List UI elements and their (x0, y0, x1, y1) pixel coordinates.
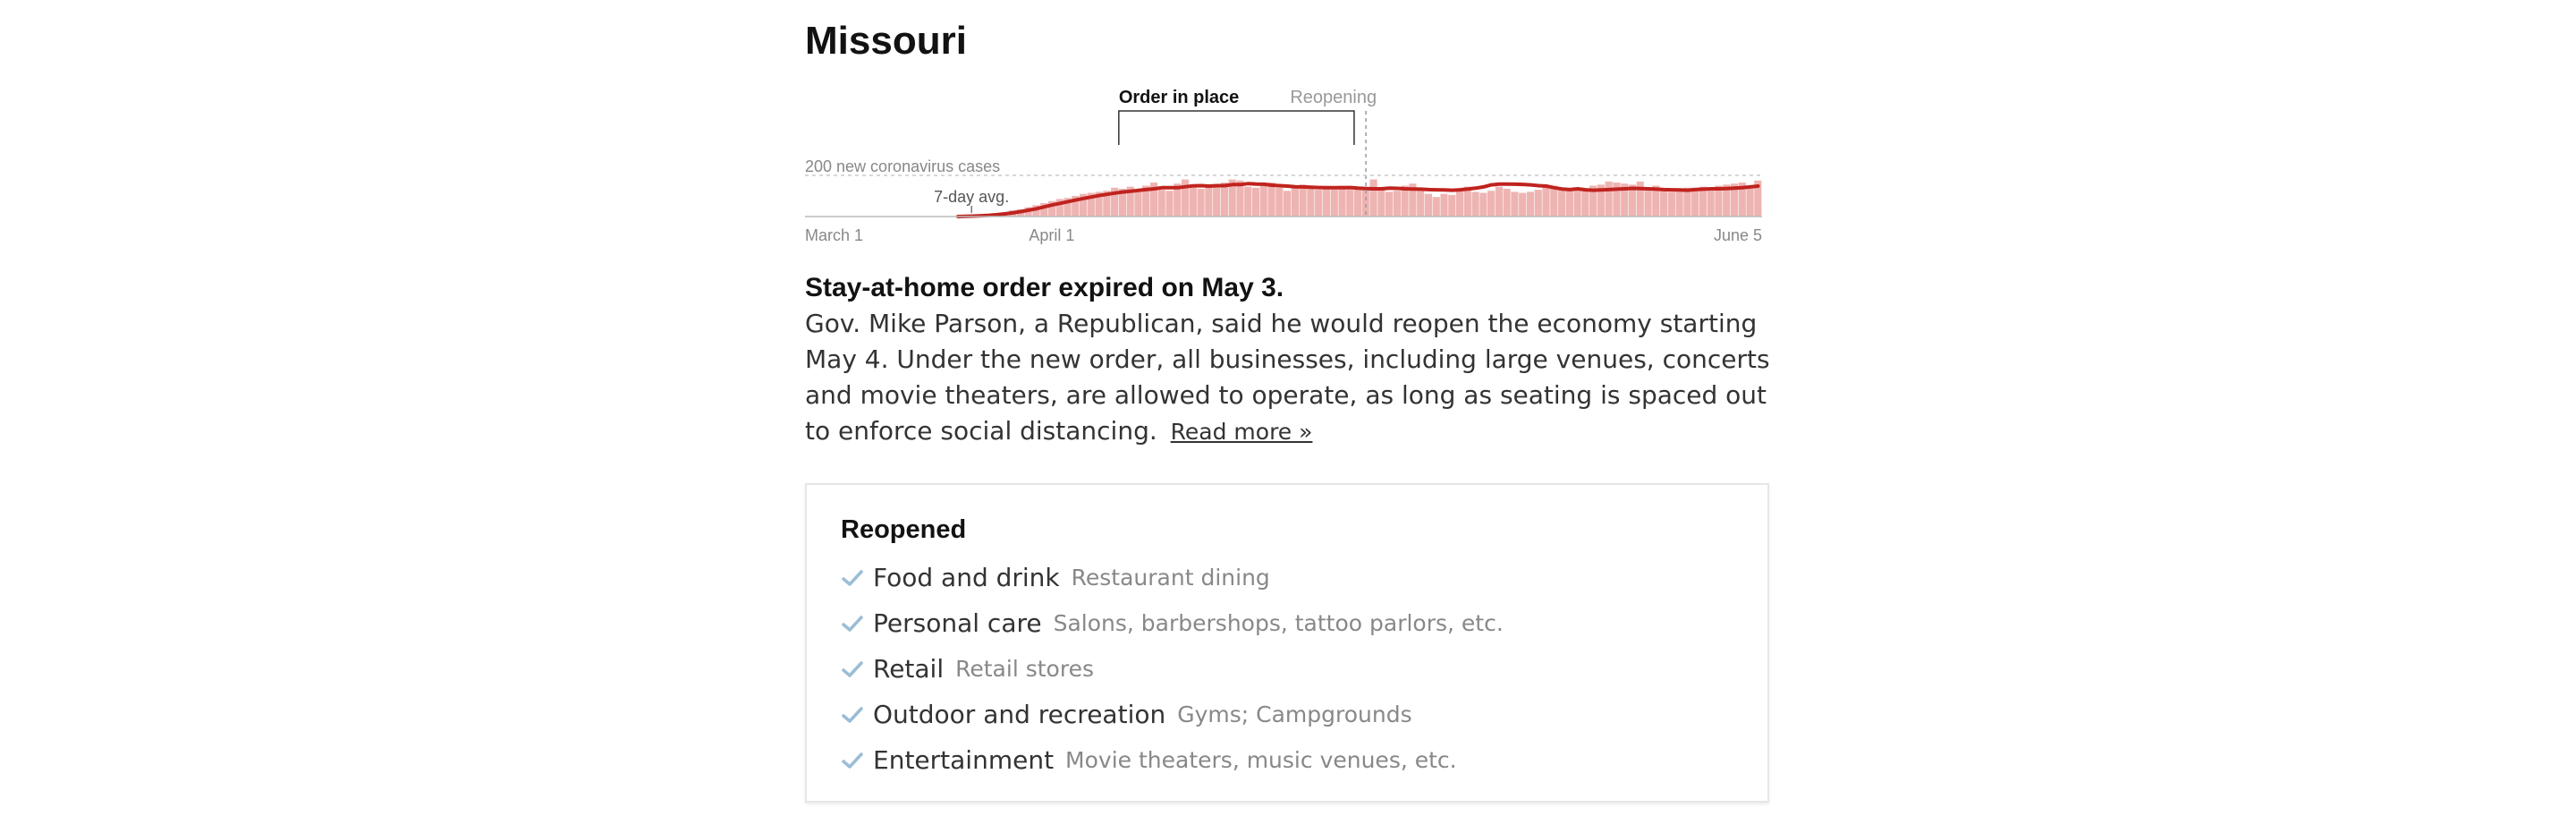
case-bar (1338, 185, 1346, 217)
reopened-title: Reopened (841, 515, 967, 544)
case-bar (1197, 188, 1205, 217)
reopened-item-outdoor-and-recreation: Outdoor and recreation Gyms; Campgrounds (841, 692, 1504, 737)
case-bar (1573, 187, 1581, 217)
case-bar (1691, 187, 1699, 217)
case-bar (1213, 184, 1221, 217)
case-bar (1455, 190, 1464, 217)
case-bar (1440, 193, 1448, 217)
case-bar (1315, 190, 1323, 217)
case-bar (1322, 188, 1331, 217)
case-bar (1526, 191, 1535, 217)
case-bar (1432, 197, 1440, 217)
reopened-category: Personal care (873, 608, 1042, 638)
case-bar (1291, 185, 1299, 217)
case-bar (1275, 187, 1284, 217)
reopened-item-personal-care: Personal care Salons, barbershops, tatto… (841, 600, 1504, 646)
case-bar (1581, 188, 1589, 217)
reopened-panel: Reopened Food and drink Restaurant dinin… (805, 483, 1769, 803)
check-icon (842, 569, 863, 586)
case-bar (1675, 190, 1683, 217)
case-bar (1463, 186, 1471, 217)
case-bar (1534, 190, 1542, 217)
case-bar (1369, 179, 1377, 217)
case-bar (1189, 187, 1197, 217)
reference-label: 200 new coronavirus cases (805, 157, 1000, 175)
order-headline: Stay-at-home order expired on May 3. (805, 273, 1284, 302)
case-bar (1134, 190, 1142, 217)
reopened-item-food-and-drink: Food and drink Restaurant dining (841, 555, 1504, 600)
case-bar (1417, 187, 1425, 217)
case-bar (1550, 185, 1558, 217)
reopened-category: Outdoor and recreation (873, 700, 1166, 729)
cases-chart: Order in place Reopening 7-day avg. 200 ne… (805, 88, 1762, 244)
check-icon (842, 752, 863, 769)
reopened-detail: Restaurant dining (1071, 565, 1270, 591)
reopened-category: Retail (873, 654, 945, 684)
case-bar (1353, 188, 1362, 217)
case-bar (1746, 187, 1754, 217)
x-tick-label: March 1 (805, 226, 863, 244)
reopening-label: Reopening (1290, 88, 1377, 107)
case-bar (1284, 191, 1292, 217)
x-tick-label: April 1 (1029, 226, 1074, 244)
reopened-detail: Gyms; Campgrounds (1177, 701, 1412, 727)
case-bar (1487, 191, 1496, 217)
average-label: 7-day avg. (934, 188, 1009, 206)
check-icon (842, 706, 863, 723)
case-bar (1165, 191, 1174, 217)
case-bar (1542, 187, 1550, 217)
case-bar (1448, 194, 1456, 217)
case-bar (1267, 183, 1275, 217)
case-bar (1557, 188, 1566, 217)
reopened-detail: Movie theaters, music venues, etc. (1065, 747, 1457, 773)
case-bar (1683, 187, 1691, 217)
order-description: Gov. Mike Parson, a Republican, said he … (805, 306, 1773, 450)
case-bar (1377, 190, 1385, 217)
reopened-list: Food and drink Restaurant dining Persona… (841, 555, 1504, 783)
reopened-category: Food and drink (873, 563, 1060, 592)
order-in-place-bracket (1118, 110, 1355, 145)
case-bar (1707, 188, 1715, 217)
case-bar (1346, 190, 1354, 217)
case-bar (1667, 191, 1675, 217)
case-bar (1424, 193, 1433, 217)
case-bar (1495, 186, 1503, 217)
case-bar (1330, 186, 1338, 217)
case-bar (1605, 181, 1613, 217)
case-bar (1519, 192, 1527, 217)
case-bar (1565, 191, 1573, 217)
case-bar (1244, 186, 1252, 217)
case-bar (1205, 185, 1213, 217)
case-bar (1251, 187, 1260, 217)
case-bar (1644, 188, 1652, 217)
reopened-item-entertainment: Entertainment Movie theaters, music venu… (841, 737, 1504, 783)
case-bar (1393, 191, 1401, 217)
case-bar (1659, 191, 1668, 217)
case-bar (1157, 190, 1165, 217)
case-bar (1471, 191, 1479, 217)
check-icon (842, 660, 863, 677)
order-in-place-label: Order in place (1119, 88, 1240, 107)
case-bar (1503, 188, 1511, 217)
case-bar (1220, 183, 1229, 217)
state-section: Missouri Order in place Reopening 7-day av… (805, 0, 1773, 833)
check-icon (842, 615, 863, 632)
case-bar (1259, 185, 1267, 217)
x-tick-label: June 5 (1714, 226, 1762, 244)
case-bar (1479, 192, 1487, 217)
state-title: Missouri (805, 19, 967, 63)
case-bar (1299, 184, 1307, 217)
bars-layer (945, 179, 1762, 217)
case-bar (1699, 186, 1707, 217)
reopened-detail: Retail stores (955, 656, 1094, 682)
case-bar (1385, 191, 1394, 217)
reopened-item-retail: Retail Retail stores (841, 646, 1504, 692)
reopened-category: Entertainment (873, 745, 1055, 775)
reopened-detail: Salons, barbershops, tattoo parlors, etc… (1053, 610, 1504, 636)
case-bar (1511, 191, 1519, 217)
case-bar (1307, 187, 1315, 217)
read-more-link[interactable]: Read more » (1171, 419, 1313, 445)
